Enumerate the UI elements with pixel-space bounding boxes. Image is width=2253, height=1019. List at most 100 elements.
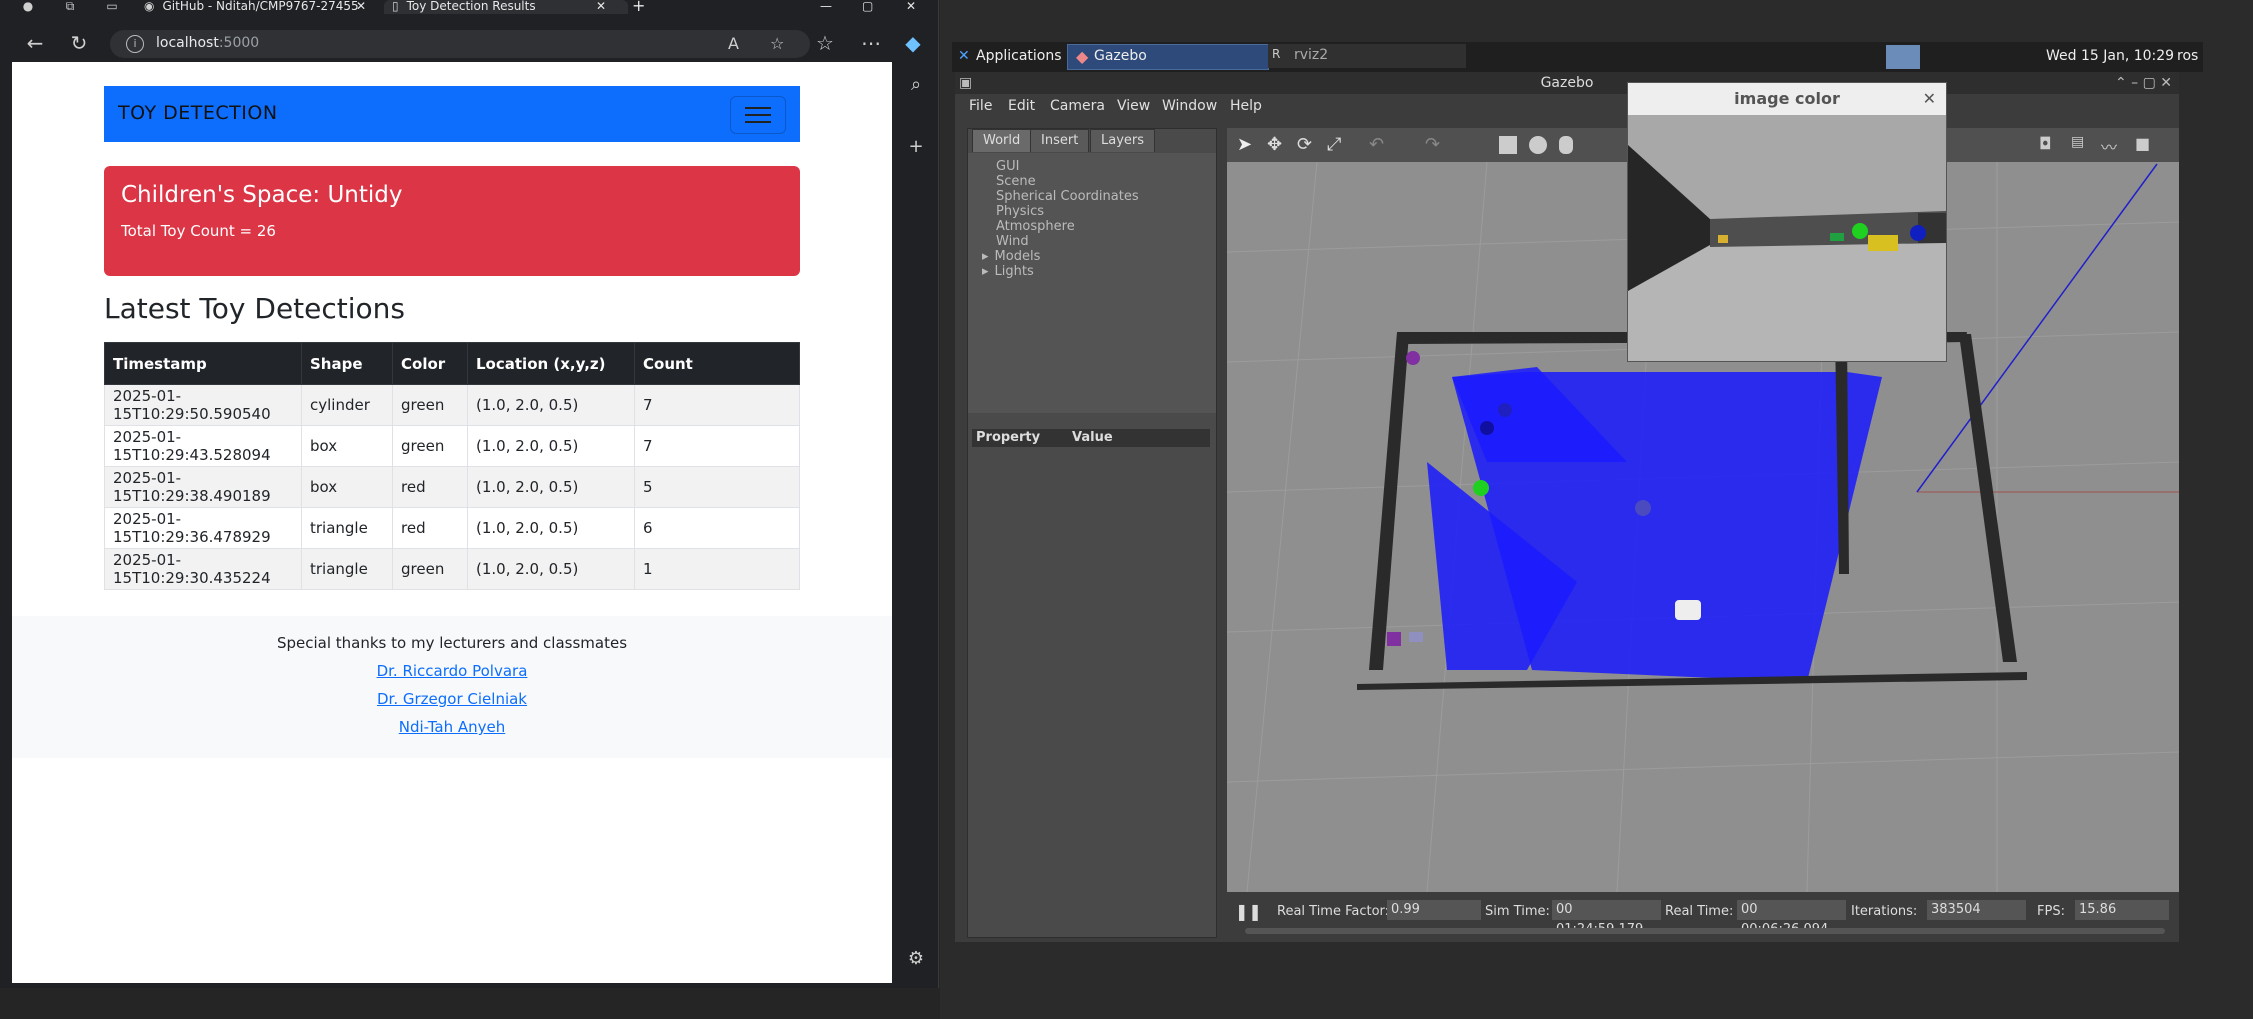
gazebo-icon: ◆ (1076, 47, 1089, 66)
tab-layers[interactable]: Layers (1090, 129, 1156, 152)
column-header: Color (392, 342, 468, 385)
more-menu-icon[interactable]: ⋯ (858, 30, 884, 56)
expand-arrow-icon[interactable]: ▸ (982, 264, 989, 279)
applications-menu[interactable]: Applications : (976, 48, 1071, 64)
rviz-icon: R (1272, 47, 1281, 61)
pause-icon[interactable]: ❚❚ (1235, 902, 1262, 921)
navbar-brand[interactable]: TOY DETECTION (118, 102, 278, 124)
scale-icon[interactable]: ⤢ (1327, 134, 1341, 155)
table-row: 2025-01-15T10:29:38.490189 box red (1.0,… (104, 466, 800, 508)
video-record-icon[interactable]: ■ (2135, 134, 2150, 153)
property-header: Property Value (972, 429, 1210, 447)
link-riccardo-polvara[interactable]: Dr. Riccardo Polvara (12, 662, 892, 680)
menu-file[interactable]: File (969, 98, 992, 114)
log-icon[interactable]: ▤ (2071, 134, 2084, 150)
cell-location: (1.0, 2.0, 0.5) (467, 466, 635, 508)
maximize-icon[interactable]: ▢ (862, 0, 873, 14)
tab-toy-detection[interactable]: ▯ Toy Detection Results (384, 0, 628, 14)
image-color-window: image color ✕ (1627, 82, 1947, 362)
menu-view[interactable]: View (1117, 98, 1150, 114)
tab-close-icon[interactable]: ✕ (356, 0, 366, 14)
tab-insert[interactable]: Insert (1030, 129, 1090, 152)
tray-app-icon[interactable] (1886, 45, 1920, 69)
cell-count: 6 (634, 507, 800, 549)
link-grzegor-cielniak[interactable]: Dr. Grzegor Cielniak (12, 690, 892, 708)
tree-item-gui[interactable]: GUI (996, 159, 1019, 174)
workspaces-icon[interactable]: ⧉ (62, 0, 78, 12)
cell-count: 7 (634, 425, 800, 467)
toy-green-sphere (1473, 480, 1489, 496)
column-header: Shape (301, 342, 393, 385)
site-info-icon[interactable]: i (126, 35, 144, 53)
menu-window[interactable]: Window (1162, 98, 1217, 114)
redo-icon[interactable]: ↷ (1425, 134, 1440, 155)
reload-icon[interactable]: ↻ (66, 30, 92, 56)
profile-icon[interactable]: ● (20, 0, 36, 12)
menu-edit[interactable]: Edit (1008, 98, 1035, 114)
undo-icon[interactable]: ↶ (1369, 134, 1384, 155)
screenshot-icon[interactable]: ◘ (2039, 134, 2052, 153)
tree-item-label: Lights (994, 264, 1034, 279)
select-arrow-icon[interactable]: ➤ (1237, 134, 1252, 155)
favorite-star-icon[interactable]: ☆ (770, 35, 784, 53)
cylinder-shape-icon[interactable] (1559, 136, 1573, 154)
panel-user[interactable]: ros (2177, 48, 2198, 64)
taskbar-gazebo[interactable]: ◆ Gazebo (1067, 44, 1269, 70)
sphere-shape-icon[interactable] (1529, 136, 1547, 154)
minimize-icon[interactable]: — (820, 0, 832, 14)
rotate-icon[interactable]: ⟳ (1297, 134, 1312, 155)
panel-clock[interactable]: Wed 15 Jan, 10:29 (2046, 48, 2174, 64)
tree-item-spherical[interactable]: Spherical Coordinates (996, 189, 1139, 204)
menu-camera[interactable]: Camera (1050, 98, 1105, 114)
tab-close-icon[interactable]: ✕ (596, 0, 606, 14)
cell-timestamp: 2025-01-15T10:29:38.490189 (104, 466, 302, 508)
real-time-value: 00 00:06:26.094 (1737, 900, 1846, 937)
settings-gear-icon[interactable]: ⚙ (894, 948, 938, 969)
tree-item-wind[interactable]: Wind (996, 234, 1029, 249)
search-icon[interactable]: ⌕ (894, 74, 938, 95)
cell-count: 1 (634, 548, 800, 590)
copilot-icon[interactable]: ◆ (900, 30, 926, 56)
tab-actions-icon[interactable]: ▭ (104, 0, 120, 12)
tree-item-physics[interactable]: Physics (996, 204, 1044, 219)
tree-item-models[interactable]: ▸ Models (982, 249, 1041, 264)
tab-github[interactable]: ◉ GitHub - Nditah/CMP9767-27455 (144, 0, 372, 14)
favorites-icon[interactable]: ☆ (812, 30, 838, 56)
box-shape-icon[interactable] (1499, 136, 1517, 154)
plot-icon[interactable]: 〰 (2101, 134, 2117, 158)
close-window-icon[interactable]: ✕ (906, 0, 916, 14)
table-row: 2025-01-15T10:29:50.590540 cylinder gree… (104, 384, 800, 426)
cell-location: (1.0, 2.0, 0.5) (467, 425, 635, 467)
value-col: Value (1072, 430, 1113, 445)
url-text[interactable]: localhost:5000 (156, 35, 259, 51)
taskbar-gazebo-label: Gazebo (1094, 48, 1147, 64)
menu-help[interactable]: Help (1230, 98, 1262, 114)
hamburger-icon (745, 121, 771, 123)
close-icon[interactable]: ✕ (1923, 89, 1936, 108)
tree-item-label: Models (994, 249, 1041, 264)
window-controls-icon[interactable]: ⌃ – ▢ ✕ (2115, 72, 2172, 94)
tab-world[interactable]: World (972, 129, 1032, 152)
timeline-scrollbar[interactable] (1245, 928, 2165, 934)
tree-item-scene[interactable]: Scene (996, 174, 1036, 189)
camera-toy-yellow (1718, 235, 1728, 243)
camera-image (1628, 115, 1946, 361)
add-icon[interactable]: + (894, 136, 938, 157)
tree-item-lights[interactable]: ▸ Lights (982, 264, 1034, 279)
expand-arrow-icon[interactable]: ▸ (982, 249, 989, 264)
gazebo-menubar: File Edit Camera View Window Help (955, 94, 2179, 120)
url-box[interactable]: i localhost:5000 A ☆ (110, 30, 810, 58)
property-col: Property (976, 430, 1041, 445)
section-title: Latest Toy Detections (104, 292, 405, 325)
new-tab-icon[interactable]: + (632, 0, 645, 14)
link-ndi-tah-anyeh[interactable]: Ndi-Tah Anyeh (12, 718, 892, 736)
back-icon[interactable]: ← (22, 30, 48, 56)
gazebo-title: Gazebo (1540, 75, 1594, 91)
translate-icon[interactable]: ✥ (1267, 134, 1282, 155)
gazebo-left-panel: World Insert Layers GUI Scene Spherical … (967, 128, 1217, 938)
tree-item-atmosphere[interactable]: Atmosphere (996, 219, 1075, 234)
taskbar-rviz2[interactable]: R rviz2 (1268, 44, 1466, 68)
iterations-label: Iterations: (1851, 904, 1918, 919)
navbar-toggler-button[interactable] (730, 96, 786, 134)
read-aloud-icon[interactable]: A (728, 35, 739, 53)
